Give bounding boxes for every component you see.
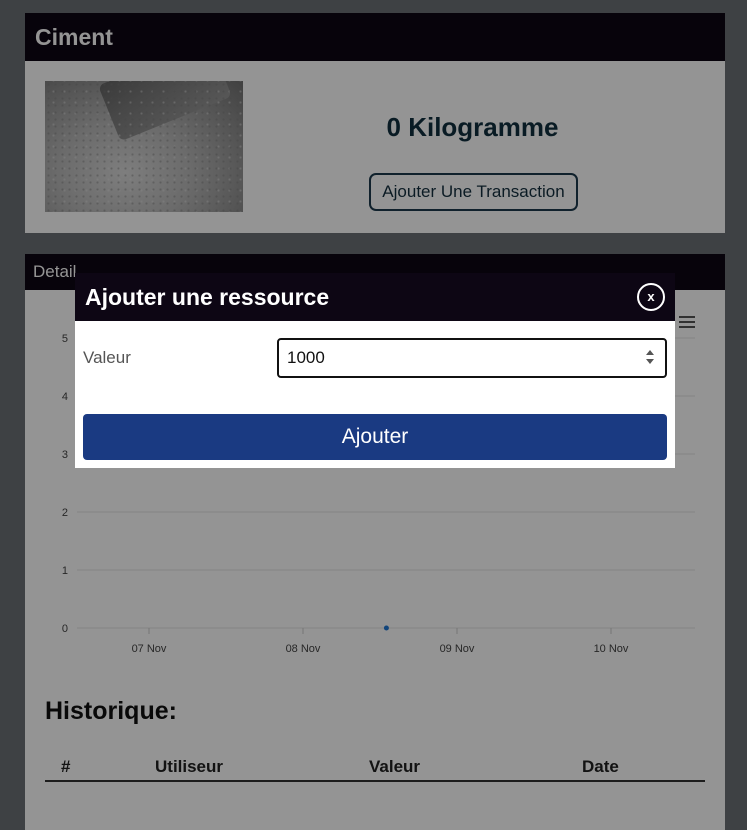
modal-title: Ajouter une ressource [85, 283, 330, 310]
value-label: Valeur [83, 348, 131, 367]
submit-button[interactable]: Ajouter [83, 414, 667, 460]
modal-header: Ajouter une ressource x [75, 273, 675, 321]
value-field-wrapper [277, 338, 667, 378]
number-stepper[interactable] [645, 348, 655, 368]
stepper-down-icon[interactable] [646, 359, 654, 364]
add-resource-modal: Ajouter une ressource x Valeur Ajouter [75, 273, 675, 468]
stepper-up-icon[interactable] [646, 350, 654, 355]
close-button[interactable]: x [637, 283, 665, 311]
value-input[interactable] [279, 340, 619, 376]
